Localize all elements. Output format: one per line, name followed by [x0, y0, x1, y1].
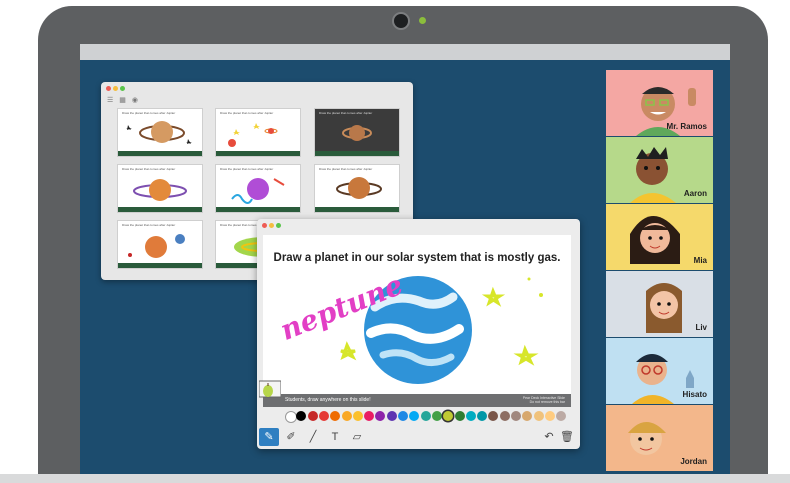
pen-icon[interactable]: ✎	[259, 428, 279, 446]
color-palette	[263, 409, 571, 423]
color-swatch[interactable]	[375, 411, 386, 421]
drawing-window: Draw a planet in our solar system that i…	[257, 219, 580, 449]
footer-brand-line: Do not remove this bar	[529, 400, 565, 404]
participant-name: Aaron	[683, 189, 707, 198]
color-swatch[interactable]	[522, 411, 533, 421]
participant-name: Hisato	[682, 390, 707, 399]
participant-tile[interactable]: Aaron	[606, 137, 713, 203]
color-swatch[interactable]	[318, 411, 329, 421]
drawing-canvas[interactable]: Draw a planet in our solar system that i…	[263, 235, 571, 407]
thumbnail-caption: Draw the planet that comes after Jupiter	[122, 167, 176, 171]
thumbnail-caption: Draw the planet that comes after Jupiter	[220, 111, 274, 115]
color-swatch[interactable]	[420, 411, 431, 421]
window-titlebar	[257, 219, 580, 231]
color-swatch[interactable]	[285, 411, 297, 423]
color-swatch[interactable]	[307, 411, 318, 421]
color-swatch[interactable]	[544, 411, 555, 421]
participant-tile[interactable]: Jordan	[606, 405, 713, 471]
color-swatch[interactable]	[364, 411, 375, 421]
saturn-drawing	[336, 177, 382, 199]
stars-drawing	[228, 123, 278, 147]
color-swatch[interactable]	[454, 411, 465, 421]
maximize-window-button[interactable]	[276, 223, 281, 228]
close-window-button[interactable]	[106, 86, 111, 91]
planet-drawing	[133, 179, 187, 201]
camera-indicator-light	[419, 17, 426, 24]
participant-tile[interactable]: Liv	[606, 271, 713, 337]
color-swatch[interactable]	[431, 411, 442, 421]
participant-tile[interactable]: Mia	[606, 204, 713, 270]
color-swatch[interactable]	[330, 411, 341, 421]
webcam-icon	[392, 12, 410, 30]
drawing-toolbar: ✎ ✐ ╱ T ▱ ↶ 🗑	[257, 426, 580, 449]
pencil-icon[interactable]: ✐	[281, 428, 301, 446]
list-view-icon[interactable]: ☰	[107, 97, 115, 104]
close-window-button[interactable]	[262, 223, 267, 228]
thumbnail-caption: Draw the planet that comes after Jupiter	[122, 223, 176, 227]
participant-tile[interactable]: Mr. Ramos	[606, 70, 713, 136]
color-swatch[interactable]	[533, 411, 544, 421]
eye-icon[interactable]: ◉	[132, 97, 140, 104]
slide-thumbnail[interactable]: Draw the planet that comes after Jupiter	[215, 164, 301, 213]
color-swatch[interactable]	[556, 411, 567, 421]
slide-footer-bar: Students, draw anywhere on this slide! P…	[263, 394, 571, 407]
color-swatch[interactable]	[465, 411, 476, 421]
participant-name: Mr. Ramos	[666, 122, 707, 131]
maximize-window-button[interactable]	[120, 86, 125, 91]
color-swatch[interactable]	[443, 411, 454, 421]
color-swatch[interactable]	[352, 411, 363, 421]
pear-deck-logo	[259, 380, 281, 398]
color-swatch[interactable]	[511, 411, 521, 421]
text-icon[interactable]: T	[325, 428, 345, 446]
saturn-drawing	[126, 121, 192, 144]
window-titlebar	[101, 82, 413, 94]
eraser-icon[interactable]: ▱	[347, 428, 367, 446]
grid-view-icon[interactable]: ▦	[119, 97, 128, 104]
thumbnail-caption: Draw the planet that comes after Jupiter	[122, 111, 176, 115]
saturn-drawing	[342, 125, 372, 141]
slide-thumbnail[interactable]: Draw the planet that comes after Jupiter	[117, 164, 203, 213]
laptop-base	[0, 474, 790, 483]
slide-thumbnail[interactable]: Draw the planet that comes after Jupiter	[314, 164, 400, 213]
thumbnail-caption: Draw the planet that comes after Jupiter	[319, 111, 373, 115]
participant-name: Mia	[693, 256, 707, 265]
color-swatch[interactable]	[398, 411, 408, 421]
planet-drawing	[128, 234, 185, 258]
minimize-window-button[interactable]	[269, 223, 274, 228]
footer-brand: Pear Deck Interactive Slide Do not remov…	[523, 396, 565, 404]
color-swatch[interactable]	[477, 411, 488, 421]
slide-thumbnail[interactable]: Draw the planet that comes after Jupiter	[117, 108, 203, 157]
slide-thumbnail[interactable]: Draw the planet that comes after Jupiter	[117, 220, 203, 269]
color-swatch[interactable]	[499, 411, 510, 421]
line-icon[interactable]: ╱	[303, 428, 323, 446]
color-swatch[interactable]	[409, 411, 420, 421]
undo-icon[interactable]: ↶	[539, 428, 559, 446]
participant-tile[interactable]: Hisato	[606, 338, 713, 404]
participant-name: Liv	[695, 323, 707, 332]
participant-name: Jordan	[680, 457, 707, 466]
color-swatch[interactable]	[296, 411, 307, 421]
trash-icon[interactable]: 🗑	[557, 428, 577, 446]
color-swatch[interactable]	[341, 411, 352, 421]
thumbnail-caption: Draw the planet that comes after Jupiter	[319, 167, 373, 171]
color-swatch[interactable]	[488, 411, 499, 421]
footer-instruction: Students, draw anywhere on this slide!	[285, 397, 371, 403]
slide-thumbnail[interactable]: Draw the planet that comes after Jupiter	[215, 108, 301, 157]
color-swatch[interactable]	[386, 411, 397, 421]
thumbnail-caption: Draw the planet that comes after Jupiter	[220, 167, 274, 171]
slide-thumbnail[interactable]: Draw the planet that comes after Jupiter	[314, 108, 400, 157]
minimize-window-button[interactable]	[113, 86, 118, 91]
planet-drawing	[231, 178, 285, 204]
